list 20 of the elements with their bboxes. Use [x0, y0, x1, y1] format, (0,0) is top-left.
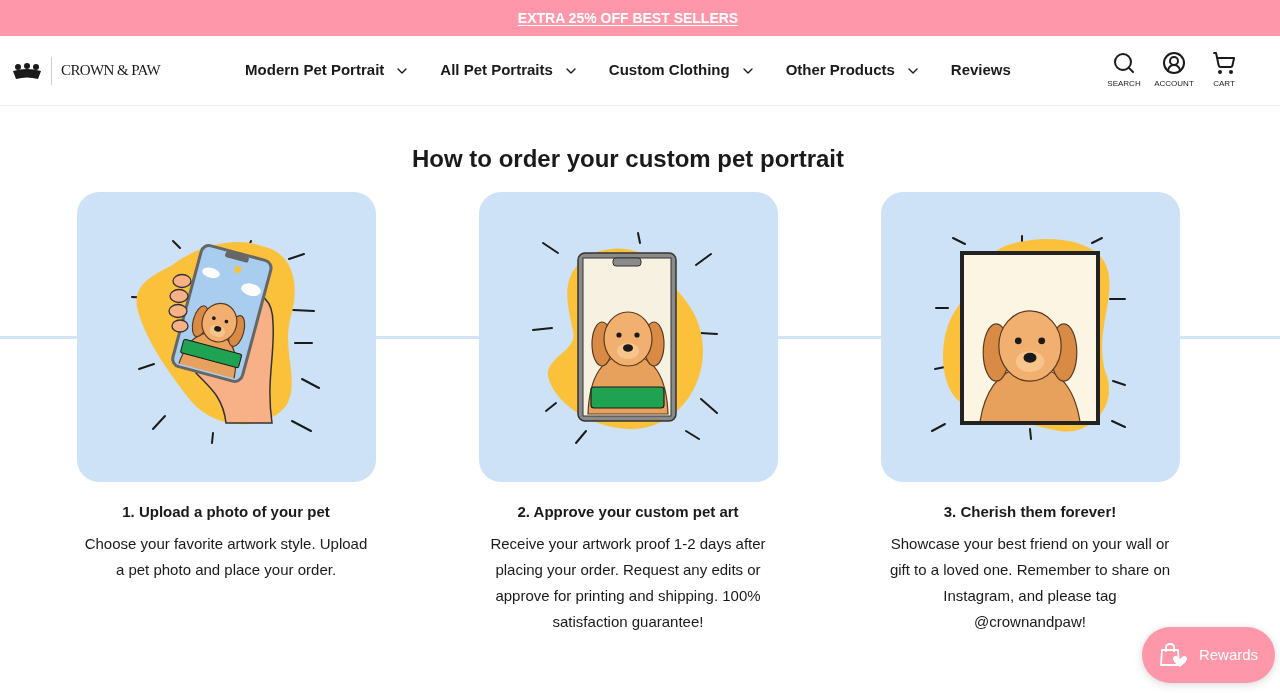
logo-link[interactable]: CROWN & PAW	[12, 56, 161, 85]
search-button[interactable]: SEARCH	[1104, 51, 1144, 90]
step-title: 1. Upload a photo of your pet	[122, 502, 330, 522]
section-heading: How to order your custom pet portrait	[412, 144, 844, 174]
step-title: 2. Approve your custom pet art	[517, 502, 739, 522]
crown-icon	[12, 62, 42, 79]
shopping-bag-heart-icon	[1158, 642, 1187, 668]
cart-button[interactable]: CART	[1204, 51, 1244, 90]
account-button[interactable]: ACCOUNT	[1154, 51, 1194, 90]
cart-icon	[1212, 51, 1236, 75]
nav-menu-item[interactable]: Reviews	[950, 59, 1011, 82]
nav-menu-item[interactable]: Modern Pet Portrait	[245, 59, 411, 82]
step-description: Receive your artwork proof 1-2 days after placing your order. Request any edits or approve for printing and shipping. 100% satisfaction guarantee!	[489, 534, 767, 632]
account-icon	[1162, 51, 1186, 75]
nav-menu-item[interactable]: Custom Clothing	[608, 59, 756, 82]
search-icon	[1112, 51, 1136, 75]
step-description: Choose your favorite artwork style. Upload a pet photo and place your order.	[83, 534, 369, 580]
step-title: 3. Cherish them forever!	[943, 502, 1117, 522]
nav-menu-item[interactable]: Other Products	[785, 59, 921, 82]
nav-menu-item[interactable]: All Pet Portraits	[440, 59, 579, 82]
